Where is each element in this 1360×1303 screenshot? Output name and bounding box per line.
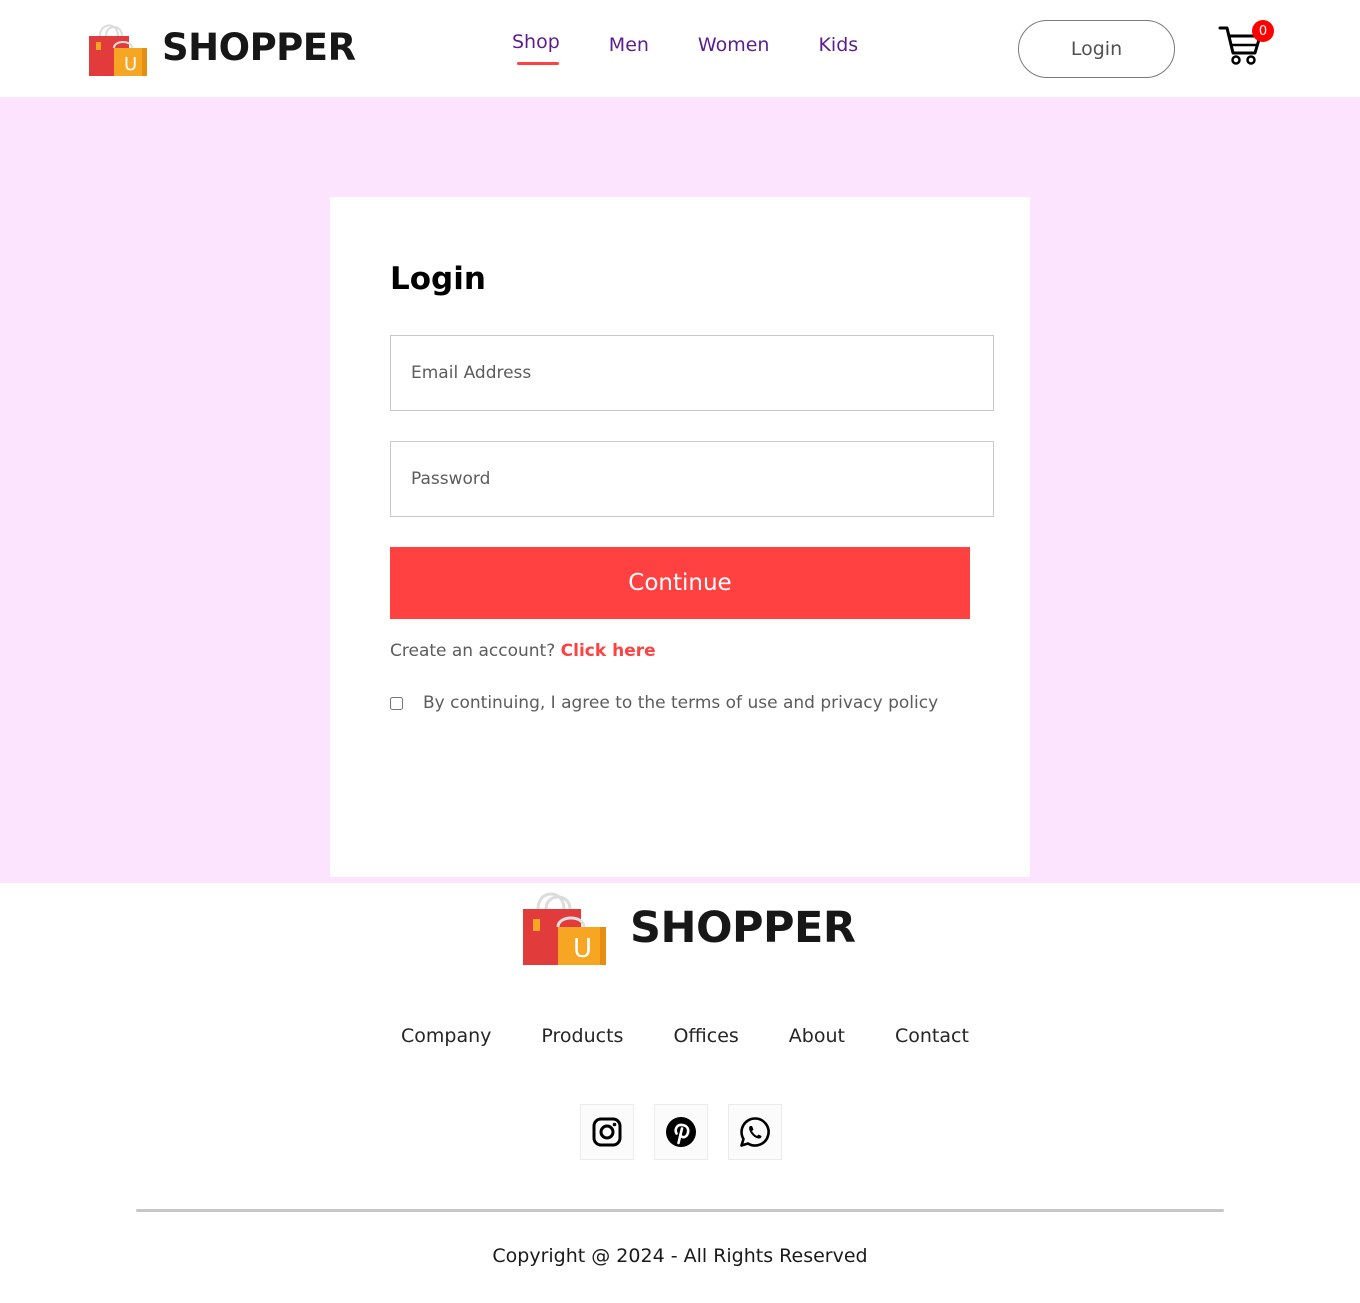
- logo-text: SHOPPER: [162, 26, 356, 69]
- nav-item-men[interactable]: Men: [609, 34, 649, 56]
- footer-link-products[interactable]: Products: [541, 1025, 623, 1047]
- footer-links: Company Products Offices About Contact: [401, 1025, 969, 1047]
- footer-link-about[interactable]: About: [789, 1025, 845, 1047]
- footer: U SHOPPER Company Products Offices About…: [0, 883, 1360, 1303]
- create-account-text: Create an account?: [390, 641, 556, 661]
- footer-logo-text: SHOPPER: [630, 903, 856, 953]
- login-section: Login Continue Create an account? Click …: [0, 97, 1360, 883]
- instagram-icon: [592, 1117, 622, 1147]
- terms-label: By continuing, I agree to the terms of u…: [423, 693, 939, 713]
- svg-text:U: U: [573, 934, 592, 964]
- svg-text:U: U: [124, 54, 137, 75]
- terms-agreement: By continuing, I agree to the terms of u…: [390, 693, 938, 713]
- nav-item-label: Men: [608, 34, 649, 56]
- navbar: U SHOPPER Shop Men Women Kids Login 0: [0, 0, 1360, 97]
- instagram-button[interactable]: [580, 1104, 634, 1160]
- footer-link-contact[interactable]: Contact: [895, 1025, 969, 1047]
- social-icons: [580, 1104, 782, 1160]
- shopping-bag-logo-icon: U: [89, 24, 147, 76]
- active-nav-underline: [517, 62, 559, 65]
- nav-menu: Shop Men Women Kids: [512, 31, 858, 65]
- footer-link-offices[interactable]: Offices: [673, 1025, 738, 1047]
- copyright-text: Copyright @ 2024 - All Rights Reserved: [492, 1245, 868, 1267]
- pinterest-icon: [666, 1117, 696, 1147]
- create-account-prompt: Create an account? Click here: [390, 641, 656, 661]
- continue-button[interactable]: Continue: [390, 547, 970, 619]
- nav-item-kids[interactable]: Kids: [818, 34, 858, 56]
- shopping-bag-logo-icon: U: [523, 892, 606, 965]
- pinterest-button[interactable]: [654, 1104, 708, 1160]
- nav-item-label: Women: [697, 34, 770, 56]
- whatsapp-button[interactable]: [728, 1104, 782, 1160]
- footer-divider: [136, 1209, 1224, 1212]
- whatsapp-icon: [740, 1117, 770, 1147]
- footer-link-company[interactable]: Company: [401, 1025, 491, 1047]
- password-input[interactable]: [390, 441, 994, 517]
- footer-logo: U SHOPPER: [522, 887, 856, 969]
- cart-count-badge: 0: [1252, 20, 1274, 42]
- nav-item-shop[interactable]: Shop: [512, 31, 560, 65]
- login-card: Login Continue Create an account? Click …: [330, 197, 1030, 877]
- terms-checkbox[interactable]: [390, 696, 403, 710]
- email-input[interactable]: [390, 335, 994, 411]
- nav-item-label: Shop: [512, 31, 560, 53]
- create-account-link[interactable]: Click here: [561, 641, 656, 661]
- login-title: Login: [390, 261, 486, 297]
- nav-item-women[interactable]: Women: [698, 34, 770, 56]
- nav-item-label: Kids: [818, 34, 859, 56]
- nav-logo[interactable]: U SHOPPER: [88, 20, 356, 78]
- nav-login-button[interactable]: Login: [1018, 20, 1175, 78]
